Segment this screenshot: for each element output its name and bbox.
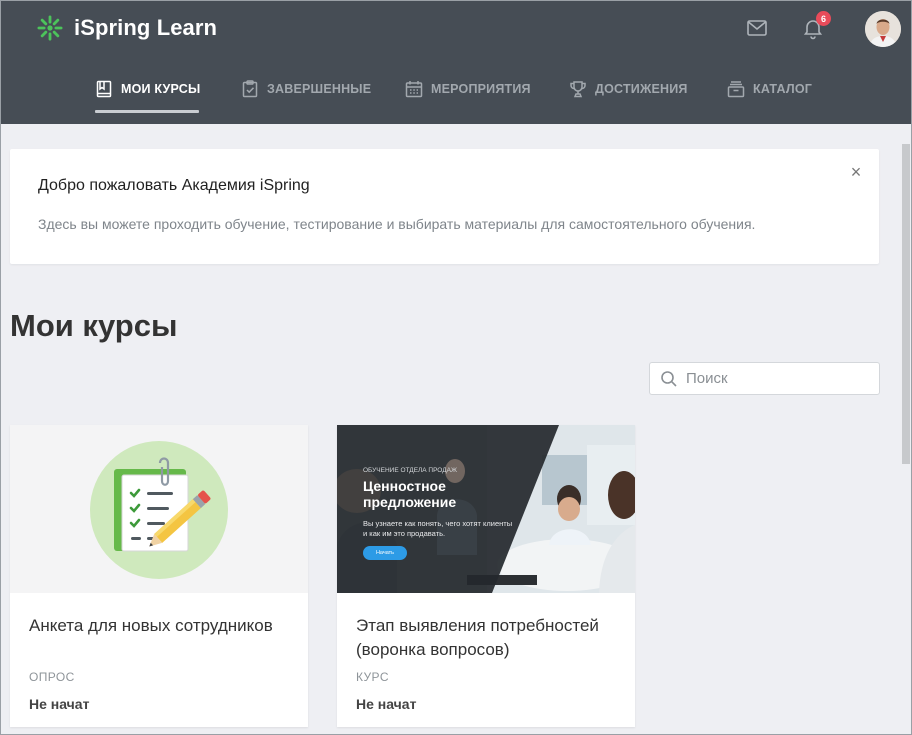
promo-start-button: Начать (363, 546, 407, 560)
notifications-badge: 6 (816, 11, 831, 26)
calendar-icon (405, 81, 423, 98)
mail-icon[interactable] (745, 16, 769, 40)
tab-label: КАТАЛОГ (753, 82, 813, 96)
course-thumbnail: ОБУЧЕНИЕ ОТДЕЛА ПРОДАЖ Ценностное предло… (337, 425, 635, 593)
book-icon (96, 80, 112, 98)
tab-label: ДОСТИЖЕНИЯ (595, 82, 688, 96)
course-card[interactable]: ОБУЧЕНИЕ ОТДЕЛА ПРОДАЖ Ценностное предло… (337, 425, 635, 727)
search-box[interactable] (649, 362, 880, 395)
close-icon[interactable]: × (848, 163, 864, 181)
promo-title-line: предложение (363, 494, 457, 510)
tab-achievements[interactable]: ДОСТИЖЕНИЯ (569, 80, 688, 98)
tab-label: МОИ КУРСЫ (121, 82, 201, 96)
search-input[interactable] (686, 370, 866, 387)
survey-clipboard-icon (90, 441, 228, 579)
tab-catalog[interactable]: КАТАЛОГ (727, 80, 812, 98)
course-thumbnail (10, 425, 308, 593)
promo-kicker: ОБУЧЕНИЕ ОТДЕЛА ПРОДАЖ (363, 467, 457, 474)
course-type: КУРС (356, 670, 389, 684)
catalog-box-icon (727, 81, 745, 98)
course-type: ОПРОС (29, 670, 75, 684)
tab-my-courses[interactable]: МОИ КУРСЫ (95, 80, 200, 98)
course-status: Не начат (356, 696, 417, 712)
promo-title: Ценностное предложение (363, 478, 456, 510)
active-tab-indicator (95, 110, 199, 113)
ispring-logo-icon (37, 15, 63, 41)
welcome-banner: Добро пожаловать Академия iSpring Здесь … (10, 149, 879, 264)
course-title[interactable]: Этап выявления потребностей (воронка воп… (356, 614, 618, 662)
course-status: Не начат (29, 696, 90, 712)
trophy-icon (570, 81, 586, 98)
top-header: iSpring Learn 6 МОИ КУРСЫ ЗАВЕРШЕННЫЕ МЕ… (0, 0, 912, 124)
welcome-text: Здесь вы можете проходить обучение, тест… (38, 216, 756, 232)
scrollbar-thumb[interactable] (902, 144, 910, 464)
promo-description: Вы узнаете как понять, чего хотят клиент… (363, 519, 513, 538)
promo-title-line: Ценностное (363, 478, 446, 494)
page-title: Мои курсы (10, 308, 178, 343)
clipboard-check-icon (242, 80, 258, 98)
app-name: iSpring Learn (74, 15, 218, 40)
user-avatar[interactable] (865, 11, 901, 47)
tab-completed[interactable]: ЗАВЕРШЕННЫЕ (241, 80, 371, 98)
search-icon (661, 370, 677, 387)
tab-events[interactable]: МЕРОПРИЯТИЯ (405, 80, 531, 98)
course-card[interactable]: Анкета для новых сотрудников ОПРОС Не на… (10, 425, 308, 727)
tab-label: ЗАВЕРШЕННЫЕ (267, 82, 372, 96)
main-nav: МОИ КУРСЫ ЗАВЕРШЕННЫЕ МЕРОПРИЯТИЯ ДОСТИЖ… (0, 62, 912, 124)
course-title[interactable]: Анкета для новых сотрудников (29, 614, 291, 638)
brand-logo[interactable]: iSpring Learn (36, 14, 217, 42)
tab-label: МЕРОПРИЯТИЯ (431, 82, 531, 96)
welcome-title: Добро пожаловать Академия iSpring (38, 177, 310, 194)
